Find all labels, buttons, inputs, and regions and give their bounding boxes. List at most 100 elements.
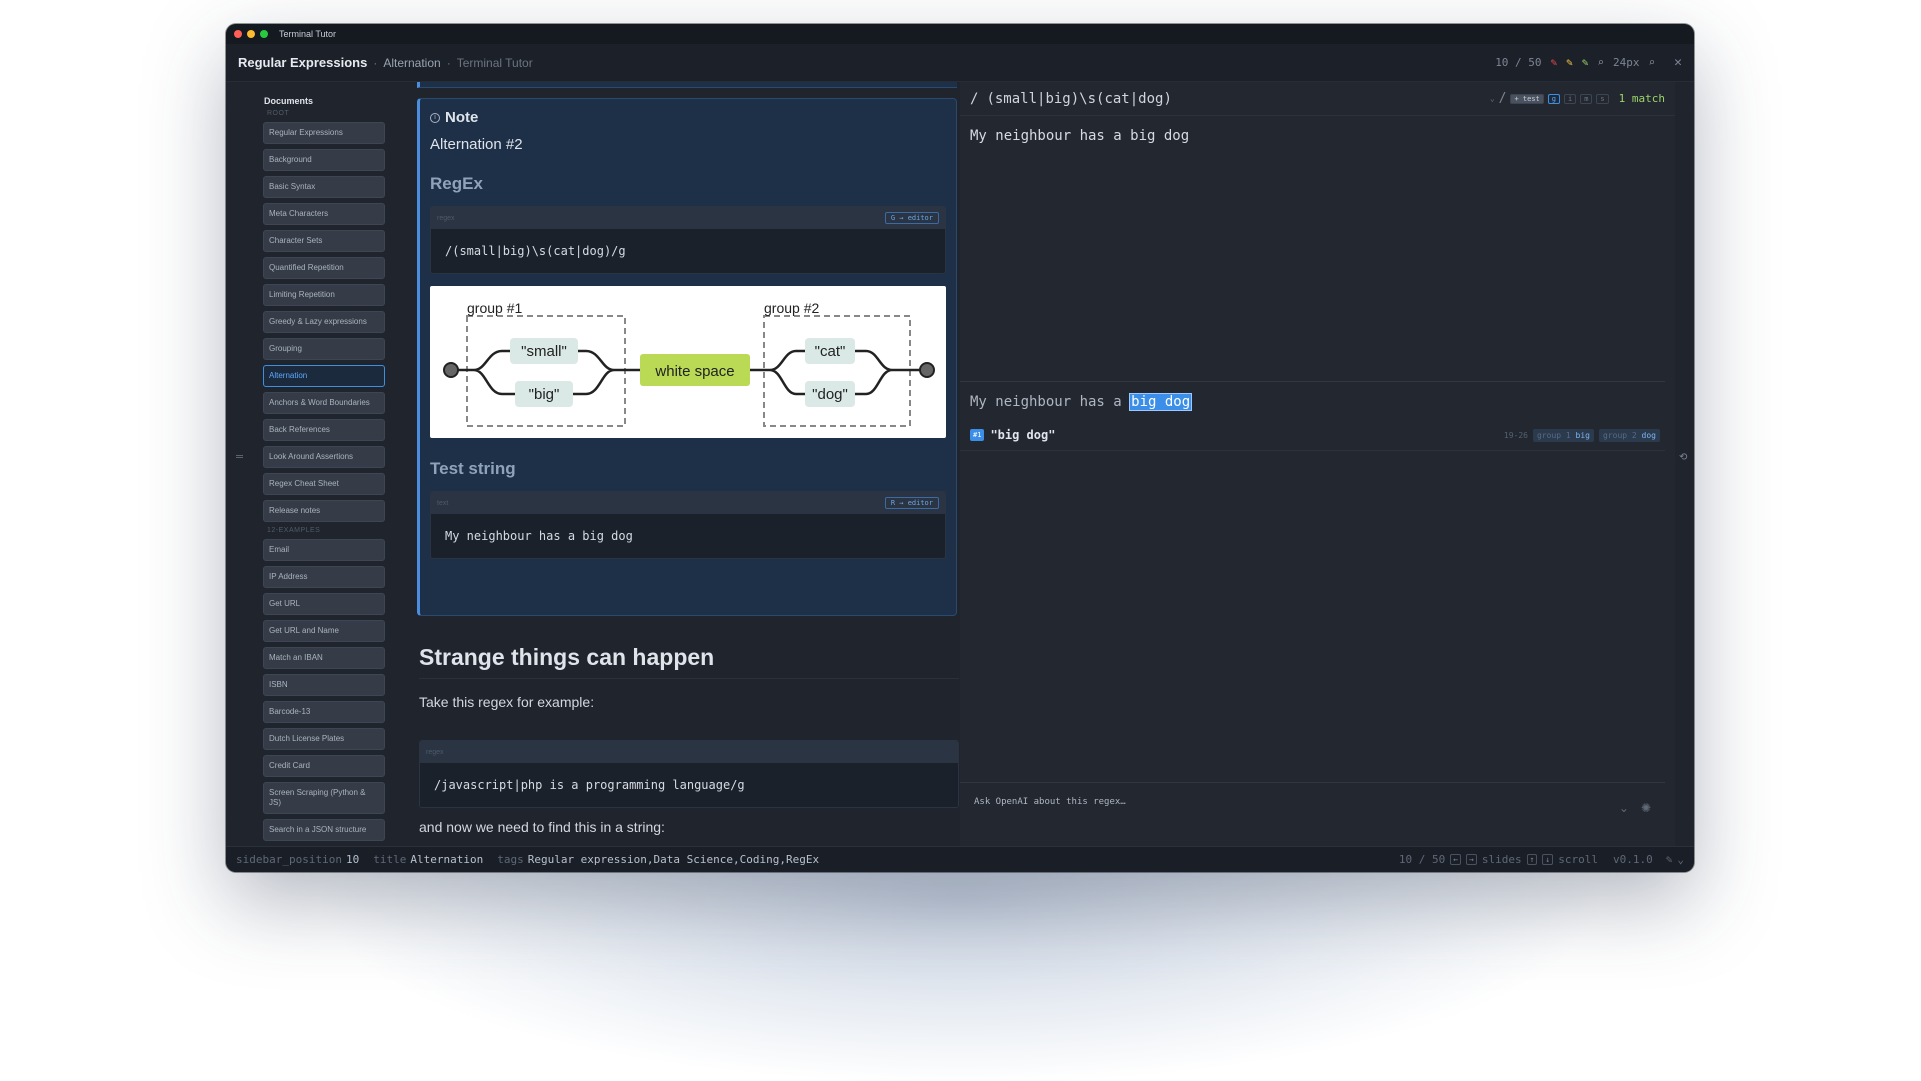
zoom-level: 24px xyxy=(1613,56,1640,69)
breadcrumb-page[interactable]: Alternation xyxy=(383,56,440,70)
sidebar-item[interactable]: Grouping xyxy=(263,338,385,360)
breadcrumb-separator: · xyxy=(373,55,378,70)
sidebar-example-item[interactable]: ISBN xyxy=(263,674,385,696)
group-2-chip: group 2 dog xyxy=(1599,428,1660,442)
red-pen-icon[interactable]: ✎ xyxy=(1551,56,1558,69)
code-block-header: text R → editor xyxy=(431,492,945,514)
sidebar-example-item[interactable]: Get URL xyxy=(263,593,385,615)
match-count: 1 match xyxy=(1618,92,1665,105)
sidebar-section-examples: 12-EXAMPLES xyxy=(267,527,321,534)
prev-slide-key-icon[interactable]: ← xyxy=(1450,854,1462,865)
sidebar-example-item[interactable]: Barcode-13 xyxy=(263,701,385,723)
ask-actions: ⌄ ✺ xyxy=(1619,801,1651,815)
open-in-editor-button[interactable]: R → editor xyxy=(884,497,939,509)
group-1-value: big xyxy=(1575,430,1590,440)
sidebar-example-item[interactable]: Email xyxy=(263,539,385,561)
next-slide-key-icon[interactable]: → xyxy=(1466,854,1477,865)
regex-heading: RegEx xyxy=(430,174,483,193)
flag-g[interactable]: g xyxy=(1547,93,1560,104)
chevron-down-icon[interactable]: ⌄ xyxy=(1677,853,1684,866)
match-row[interactable]: #1 "big dog" 19-26 group 1 big group 2 d… xyxy=(970,428,1660,442)
ask-openai-bar: ⌄ ✺ xyxy=(960,782,1665,836)
zoom-in-icon[interactable]: ⌕ xyxy=(1649,56,1656,69)
literal-dog: "dog" xyxy=(812,386,848,403)
sidebar-example-item[interactable]: Search in a JSON structure xyxy=(263,819,385,841)
scroll-up-key-icon[interactable]: ↑ xyxy=(1526,854,1538,865)
status-right: 10 / 50 ← → slides ↑ ↓ scroll v0.1.0 ✎ ⌄ xyxy=(1399,853,1684,866)
close-icon[interactable]: ✕ xyxy=(1674,55,1682,70)
page-counter: 10 / 50 xyxy=(1495,56,1542,69)
match-text: "big dog" xyxy=(990,428,1056,442)
chevron-down-icon[interactable]: ⌄ xyxy=(1619,801,1629,815)
zoom-out-icon[interactable]: ⌕ xyxy=(1597,56,1604,69)
sidebar-item[interactable]: Greedy & Lazy expressions xyxy=(263,311,385,333)
info-icon: i xyxy=(430,112,440,123)
match-index-badge: #1 xyxy=(970,429,985,441)
close-window-button[interactable] xyxy=(234,30,242,38)
end-node xyxy=(919,362,935,378)
sidebar-item[interactable]: Regular Expressions xyxy=(263,122,385,144)
sidebar-item[interactable]: Release notes xyxy=(263,500,385,522)
sidebar-item[interactable]: Meta Characters xyxy=(263,203,385,225)
sidebar-example-item[interactable]: Match an IBAN xyxy=(263,647,385,669)
ask-openai-input[interactable] xyxy=(974,797,1534,807)
start-node xyxy=(443,362,459,378)
minimize-window-button[interactable] xyxy=(247,30,255,38)
green-pen-icon[interactable]: ✎ xyxy=(1582,56,1589,69)
history-icon[interactable]: ⟲ xyxy=(1679,452,1687,463)
sidebar-example-item[interactable]: Credit Card xyxy=(263,755,385,777)
paragraph: Take this regex for example: xyxy=(419,694,595,710)
status-value-title: Alternation xyxy=(410,853,484,866)
sidebar-example-item[interactable]: IP Address xyxy=(263,566,385,588)
sidebar-item-active[interactable]: Alternation xyxy=(263,365,385,387)
regex-tester-panel: / (small|big)\s(cat|dog) ⌄ / + test g i … xyxy=(960,82,1675,862)
sidebar-item[interactable]: Anchors & Word Boundaries xyxy=(263,392,385,414)
regex-close-slash: / xyxy=(1498,91,1507,106)
panel-divider[interactable] xyxy=(960,381,1665,382)
sidebar-item[interactable]: Quantified Repetition xyxy=(263,257,385,279)
flag-s[interactable]: s xyxy=(1596,93,1609,104)
status-value-tags: Regular expression,Data Science,Coding,R… xyxy=(527,853,820,866)
sidebar-example-item[interactable]: Dutch License Plates xyxy=(263,728,385,750)
version-label: v0.1.0 xyxy=(1613,853,1653,866)
code-block-header: regex xyxy=(420,741,958,763)
code-language: text xyxy=(437,499,449,507)
regex-code-block-2: regex /javascript|php is a programming l… xyxy=(419,740,959,808)
status-page-counter: 10 / 50 xyxy=(1398,853,1446,866)
section-heading: Strange things can happen xyxy=(419,644,715,670)
note-heading: i Note xyxy=(430,109,946,126)
literal-cat: "cat" xyxy=(815,343,846,360)
app-header: Regular Expressions · Alternation · Term… xyxy=(226,44,1694,82)
sidebar-item[interactable]: Background xyxy=(263,149,385,171)
maximize-window-button[interactable] xyxy=(260,30,268,38)
yellow-pen-icon[interactable]: ✎ xyxy=(1566,56,1573,69)
match-details: 19-26 group 1 big group 2 dog xyxy=(1504,428,1660,442)
breadcrumb-main[interactable]: Regular Expressions xyxy=(238,55,367,70)
sidebar-item[interactable]: Basic Syntax xyxy=(263,176,385,198)
flag-i[interactable]: i xyxy=(1563,93,1577,104)
sidebar-item[interactable]: Character Sets xyxy=(263,230,385,252)
add-test-button[interactable]: + test xyxy=(1510,93,1544,104)
edit-icon[interactable]: ✎ xyxy=(1666,853,1673,866)
openai-icon[interactable]: ✺ xyxy=(1641,801,1651,815)
sidebar-example-item[interactable]: Get URL and Name xyxy=(263,620,385,642)
scroll-down-key-icon[interactable]: ↓ xyxy=(1542,854,1554,865)
sidebar-item[interactable]: Look Around Assertions xyxy=(263,446,385,468)
breadcrumb-app[interactable]: Terminal Tutor xyxy=(457,56,533,70)
sidebar-item[interactable]: Limiting Repetition xyxy=(263,284,385,306)
scroll-label: scroll xyxy=(1558,853,1598,866)
sidebar: Documents ROOT Regular Expressions Backg… xyxy=(242,82,392,862)
sidebar-item[interactable]: Regex Cheat Sheet xyxy=(263,473,385,495)
regex-expression[interactable]: (small|big)\s(cat|dog) xyxy=(986,91,1171,107)
heading-underline xyxy=(419,678,959,679)
result-prefix: My neighbour has a xyxy=(970,394,1131,410)
paragraph: and now we need to find this in a string… xyxy=(419,819,665,835)
open-in-editor-button[interactable]: G → editor xyxy=(884,212,939,224)
sidebar-example-item[interactable]: Screen Scraping (Python & JS) xyxy=(263,782,385,814)
highlighted-match[interactable]: big dog xyxy=(1129,393,1193,411)
test-input[interactable]: My neighbour has a big dog xyxy=(970,128,1189,144)
regex-dropdown-icon[interactable]: ⌄ xyxy=(1490,94,1495,103)
flag-m[interactable]: m xyxy=(1580,93,1593,104)
sidebar-resize-handle[interactable] xyxy=(236,455,243,458)
sidebar-item[interactable]: Back References xyxy=(263,419,385,441)
